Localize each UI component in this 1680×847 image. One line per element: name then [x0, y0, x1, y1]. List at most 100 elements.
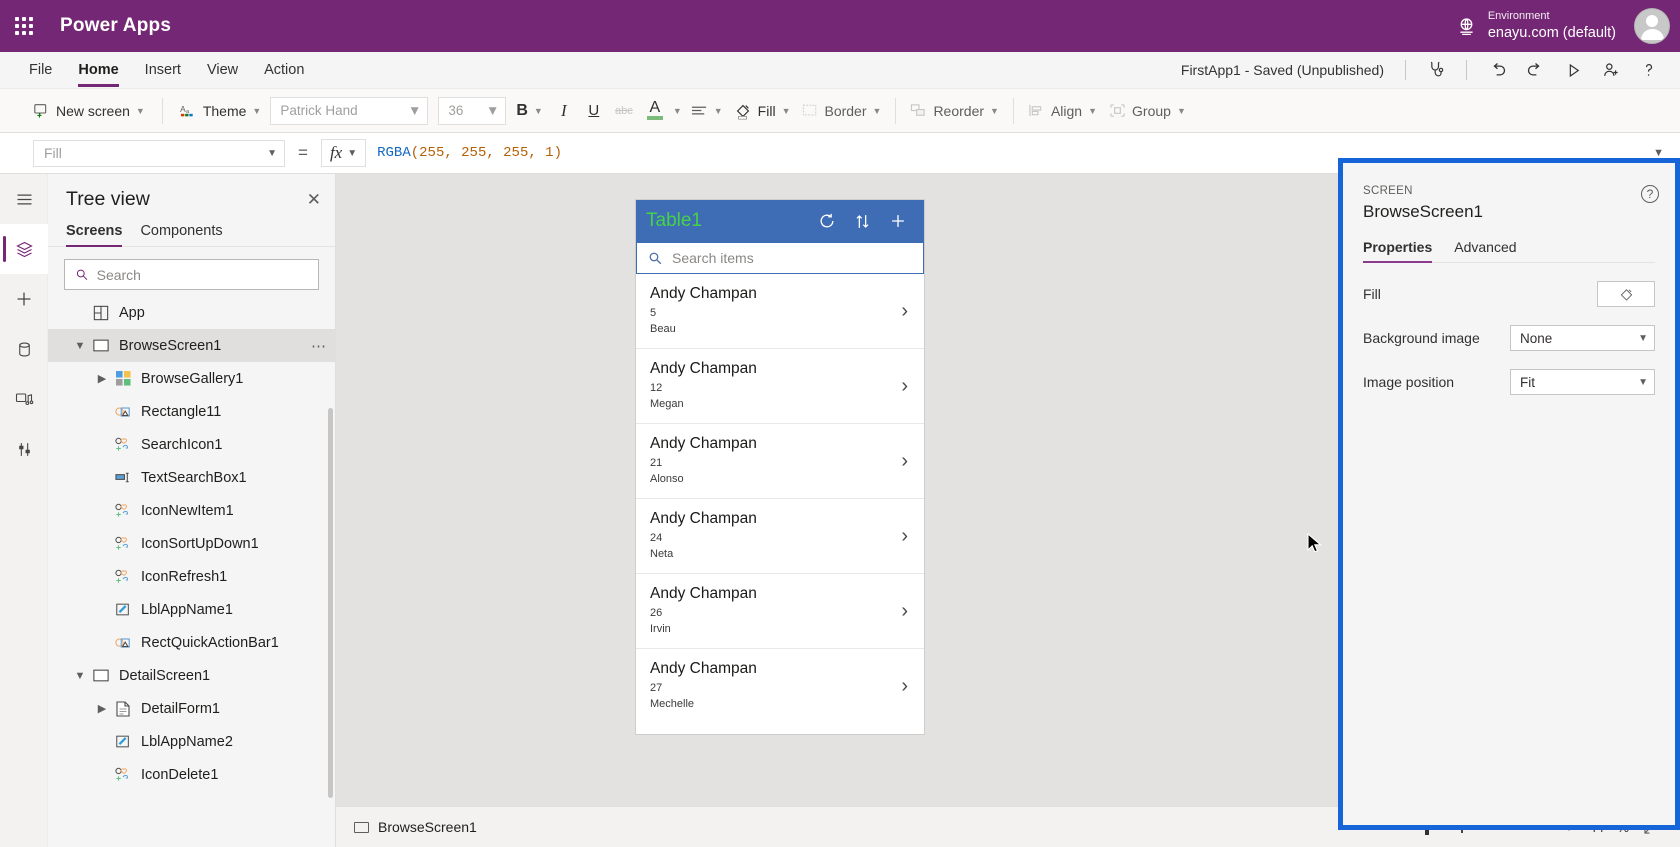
close-icon[interactable]: ✕	[307, 190, 321, 210]
tree-view-icon[interactable]	[0, 224, 48, 274]
gallery-item[interactable]: Andy Champan 21 Alonso ›	[636, 424, 924, 499]
redo-icon[interactable]	[1516, 54, 1554, 86]
chevron-down-icon[interactable]: ▼	[70, 340, 90, 352]
gallery-item-text: Andy Champan 26 Irvin	[650, 585, 901, 638]
menu-item-file[interactable]: File	[16, 52, 65, 89]
tree-item-app[interactable]: App	[48, 296, 335, 329]
share-icon[interactable]	[1592, 54, 1630, 86]
app-launcher-icon[interactable]	[0, 0, 48, 52]
tree-item-textsearchbox1[interactable]: TextSearchBox1	[48, 461, 335, 494]
tree-item-iconrefresh1[interactable]: IconRefresh1	[48, 560, 335, 593]
gallery-item-subtitle: 12	[650, 381, 663, 394]
data-icon[interactable]	[0, 324, 48, 374]
environment-info[interactable]: Environment enayu.com (default)	[1488, 10, 1616, 42]
label-icon	[112, 602, 134, 617]
advanced-tools-icon[interactable]	[0, 424, 48, 474]
menu-icon[interactable]	[0, 174, 48, 224]
chevron-down-icon[interactable]: ▼	[70, 670, 90, 682]
tree-item-browsescreen1[interactable]: ▼ BrowseScreen1 ⋯	[48, 329, 335, 362]
tree-item-rectquickactionbar1[interactable]: RectQuickActionBar1	[48, 626, 335, 659]
refresh-icon[interactable]	[817, 211, 837, 231]
chevron-right-icon[interactable]: ›	[901, 300, 912, 323]
menu-item-action[interactable]: Action	[251, 52, 317, 89]
help-icon[interactable]: ?	[1641, 185, 1659, 203]
play-preview-icon[interactable]	[1554, 54, 1592, 86]
fill-color-swatch-button[interactable]	[1597, 281, 1655, 307]
reorder-button[interactable]: Reorder ▼	[904, 95, 1005, 127]
text-align-button[interactable]: ▼	[686, 95, 728, 127]
tree-scrollbar[interactable]	[328, 408, 333, 798]
menu-item-insert[interactable]: Insert	[132, 52, 194, 89]
new-item-icon[interactable]	[888, 211, 908, 231]
gallery-item[interactable]: Andy Champan 5 Beau ›	[636, 274, 924, 349]
chevron-right-icon[interactable]: ›	[901, 600, 912, 623]
fx-button[interactable]: fx ▼	[320, 139, 367, 167]
border-button[interactable]: Border ▼	[796, 95, 887, 127]
new-screen-button[interactable]: New screen ▼	[24, 95, 154, 127]
menu-item-home[interactable]: Home	[65, 52, 131, 89]
tree-item-browsegallery1[interactable]: ▶ BrowseGallery1	[48, 362, 335, 395]
underline-button[interactable]: U	[579, 96, 609, 126]
sort-updown-icon[interactable]	[853, 212, 872, 231]
font-color-button[interactable]: A ▼	[639, 95, 686, 127]
tree-item-detailform1[interactable]: ▶ DetailForm1	[48, 692, 335, 725]
tree-item-iconnewitem1[interactable]: IconNewItem1	[48, 494, 335, 527]
tab-screens[interactable]: Screens	[66, 223, 123, 247]
group-button[interactable]: Group ▼	[1103, 95, 1192, 127]
bold-button[interactable]: B ▼	[510, 95, 548, 127]
app-checker-icon[interactable]	[1417, 54, 1455, 86]
app-search-box[interactable]: Search items	[636, 242, 924, 274]
property-row-fill: Fill	[1363, 281, 1655, 307]
tree-item-icondelete1[interactable]: IconDelete1	[48, 758, 335, 791]
undo-icon[interactable]	[1478, 54, 1516, 86]
tree-item-label: DetailForm1	[141, 700, 220, 717]
chevron-right-icon[interactable]: ▶	[92, 372, 112, 385]
align-button[interactable]: Align ▼	[1022, 95, 1103, 127]
align-left-icon	[691, 106, 706, 114]
strikethrough-button[interactable]: abc	[609, 96, 639, 126]
gallery-item[interactable]: Andy Champan 26 Irvin ›	[636, 574, 924, 649]
theme-button[interactable]: A a Theme ▼	[171, 95, 271, 127]
tree-item-iconsortupdown1[interactable]: IconSortUpDown1	[48, 527, 335, 560]
app-search-placeholder: Search items	[672, 250, 754, 266]
tree-item-detailscreen1[interactable]: ▼ DetailScreen1	[48, 659, 335, 692]
avatar[interactable]	[1634, 8, 1670, 44]
media-icon[interactable]	[0, 374, 48, 424]
font-color-icon: A	[643, 100, 667, 120]
tab-advanced[interactable]: Advanced	[1454, 239, 1516, 262]
tree-item-searchicon1[interactable]: SearchIcon1	[48, 428, 335, 461]
app-title-label[interactable]: Table1	[646, 210, 702, 232]
font-family-select[interactable]: Patrick Hand ▼	[270, 96, 429, 125]
app-preview-screen[interactable]: Table1 Search items Andy Champan 5 Beau …	[636, 200, 924, 734]
status-screen-selector[interactable]: BrowseScreen1	[354, 819, 477, 835]
tree-item-lblappname2[interactable]: LblAppName2	[48, 725, 335, 758]
insert-icon[interactable]	[0, 274, 48, 324]
gallery-item[interactable]: Andy Champan 27 Mechelle ›	[636, 649, 924, 724]
gallery-item[interactable]: Andy Champan 12 Megan ›	[636, 349, 924, 424]
tab-components[interactable]: Components	[140, 223, 222, 246]
fill-button[interactable]: Fill ▼	[728, 95, 797, 127]
image-position-select[interactable]: Fit ▼	[1510, 369, 1655, 395]
tree-item-lblappname1[interactable]: LblAppName1	[48, 593, 335, 626]
search-input[interactable]	[96, 266, 308, 283]
font-color-swatch	[646, 116, 663, 120]
gallery-item[interactable]: Andy Champan 24 Neta ›	[636, 499, 924, 574]
chevron-right-icon[interactable]: ▶	[92, 702, 112, 715]
top-header-bar: Power Apps Environment enayu.com (defaul…	[0, 0, 1680, 52]
new-screen-label: New screen	[56, 102, 130, 119]
font-size-select[interactable]: 36 ▼	[438, 96, 507, 125]
tree-item-rectangle11[interactable]: Rectangle11	[48, 395, 335, 428]
italic-button[interactable]: I	[549, 96, 579, 126]
chevron-right-icon[interactable]: ›	[901, 375, 912, 398]
background-image-select[interactable]: None ▼	[1510, 325, 1655, 351]
tree-search-box[interactable]	[64, 259, 319, 290]
more-options-icon[interactable]: ⋯	[311, 337, 327, 355]
chevron-down-icon: ▼	[407, 103, 422, 118]
menu-item-view[interactable]: View	[194, 52, 251, 89]
chevron-right-icon[interactable]: ›	[901, 450, 912, 473]
tab-properties[interactable]: Properties	[1363, 239, 1433, 263]
chevron-right-icon[interactable]: ›	[901, 525, 912, 548]
chevron-right-icon[interactable]: ›	[901, 675, 912, 698]
property-select[interactable]: Fill ▼	[33, 139, 285, 167]
help-icon[interactable]	[1630, 54, 1668, 86]
